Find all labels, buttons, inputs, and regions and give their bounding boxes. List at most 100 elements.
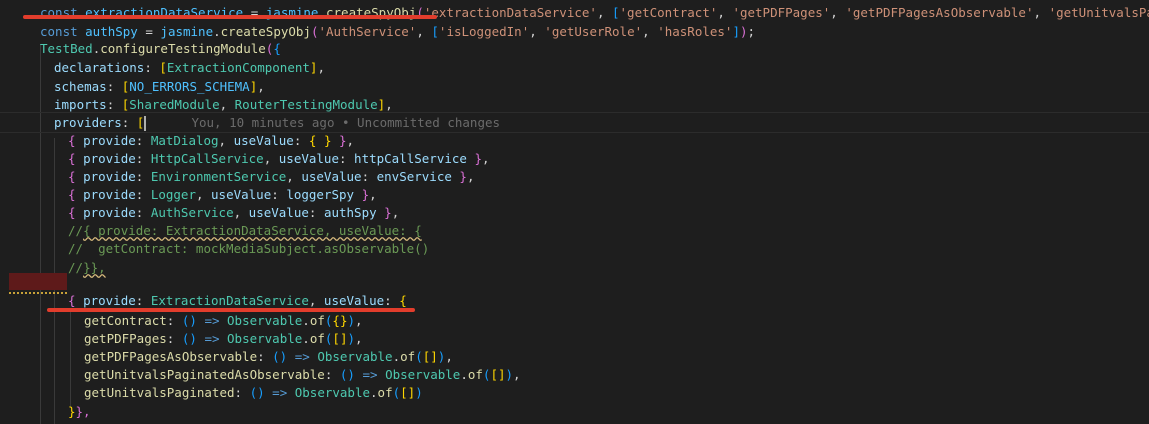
code-token: },	[75, 404, 91, 419]
code-token: ,	[391, 205, 400, 220]
code-token: getPDFPagesAsObservable	[84, 349, 258, 364]
code-token: [	[431, 24, 439, 39]
code-line[interactable]: schemas: [NO_ERRORS_SCHEMA],	[54, 78, 265, 95]
code-token: ExtractionDataService	[150, 293, 309, 308]
code-token: }	[466, 151, 482, 166]
code-token: ExtractionComponent	[166, 60, 310, 75]
code-line[interactable]: getUnitvalsPaginated: () => Observable.o…	[84, 384, 423, 401]
code-line[interactable]: { provide: MatDialog, useValue: { } },	[68, 132, 354, 149]
code-token: {	[68, 133, 84, 148]
code-token: useValue	[211, 187, 272, 202]
code-token: :	[324, 367, 340, 382]
code-line[interactable]: getUnitvalsPaginatedAsObservable: () => …	[84, 366, 521, 383]
code-token: ,	[233, 205, 249, 220]
code-token: jasmine	[160, 24, 214, 39]
code-line[interactable]: TestBed.configureTestingModule({	[40, 40, 281, 57]
code-token: (	[392, 385, 401, 400]
code-token: ,	[416, 24, 432, 39]
code-token: []	[490, 367, 506, 382]
code-line[interactable]: const authSpy = jasmine.createSpyObj('Au…	[40, 23, 755, 40]
code-token: :	[106, 97, 122, 112]
code-token: }	[354, 187, 370, 202]
code-line[interactable]: { provide: HttpCallService, useValue: ht…	[68, 150, 490, 167]
code-token: useValue	[233, 133, 294, 148]
code-token: )	[415, 385, 423, 400]
code-token: }	[68, 404, 76, 419]
code-token: ,	[195, 187, 212, 202]
code-token: (	[415, 349, 423, 364]
annotation-underline	[47, 308, 415, 312]
code-token: ,	[317, 60, 325, 75]
code-token: Logger	[150, 187, 196, 202]
code-token: {}	[332, 313, 348, 328]
code-token: :	[121, 115, 137, 130]
code-token: AuthService	[150, 205, 234, 220]
code-token: =>	[264, 385, 295, 400]
code-token: {	[273, 41, 281, 56]
code-token: of	[400, 349, 416, 364]
code-token: :	[135, 293, 151, 308]
code-token: getUnitvalsPaginated	[84, 385, 235, 400]
code-token: ,	[445, 349, 453, 364]
code-line[interactable]: }},	[68, 403, 91, 420]
code-token: []	[332, 331, 348, 346]
code-editor[interactable]: const extractionDataService = jasmine.cr…	[0, 0, 1149, 424]
code-token: :	[293, 133, 309, 148]
code-line[interactable]: getPDFPagesAsObservable: () => Observabl…	[84, 348, 453, 365]
code-token: schemas	[54, 79, 107, 94]
code-token: ;	[747, 24, 756, 39]
code-token: Observable	[227, 313, 303, 328]
code-token: }},	[83, 260, 106, 275]
code-line[interactable]: // getContract: mockMediaSubject.asObser…	[68, 240, 429, 257]
code-token: ,	[219, 97, 235, 112]
code-token: ()	[272, 349, 288, 364]
code-line[interactable]: { provide: EnvironmentService, useValue:…	[68, 168, 474, 185]
code-token: ,	[369, 187, 377, 202]
code-token: authSpy	[85, 24, 138, 39]
code-token: :	[166, 331, 182, 346]
code-line[interactable]: getContract: () => Observable.of({}),	[84, 312, 363, 329]
code-token: ,	[308, 293, 324, 308]
indent-guide	[70, 308, 71, 408]
code-token: :	[338, 151, 355, 166]
code-token: ,	[355, 313, 363, 328]
code-token: const	[40, 24, 86, 39]
code-token: :	[308, 205, 324, 220]
code-line[interactable]: //}},	[68, 259, 106, 276]
code-line[interactable]: //{ provide: ExtractionDataService, useV…	[68, 222, 422, 239]
code-token: //	[68, 260, 84, 275]
error-squiggle-tail	[9, 289, 67, 294]
code-line[interactable]: imports: [SharedModule, RouterTestingMod…	[54, 96, 393, 113]
code-token: NO_ERRORS_SCHEMA	[129, 79, 250, 94]
code-token: :	[166, 313, 182, 328]
code-token: provide	[83, 293, 136, 308]
code-line[interactable]: declarations: [ExtractionComponent],	[54, 59, 325, 76]
code-line[interactable]: { provide: Logger, useValue: loggerSpy }…	[68, 186, 377, 203]
code-token: [	[136, 115, 145, 130]
code-token: ,	[346, 133, 355, 148]
code-token: 'getUserRole'	[544, 24, 643, 39]
code-token: of	[309, 313, 325, 328]
annotation-underline	[23, 15, 437, 19]
code-token: ,	[218, 133, 234, 148]
code-token: { }	[308, 133, 332, 148]
code-token: ,	[466, 169, 475, 184]
code-token: provide	[83, 133, 136, 148]
code-token: :	[257, 349, 273, 364]
code-token: :	[135, 133, 151, 148]
code-token: 'getPDFPagesAsObservable'	[845, 5, 1034, 20]
code-line[interactable]: { provide: ExtractionDataService, useVal…	[68, 292, 407, 309]
code-token: {	[68, 151, 84, 166]
code-token: envService	[376, 169, 452, 184]
code-line[interactable]: providers: [ You, 10 minutes ago • Uncom…	[54, 114, 500, 131]
code-token: provide	[83, 205, 136, 220]
code-token: [	[159, 60, 167, 75]
code-token: providers	[54, 115, 122, 130]
code-line[interactable]: { provide: AuthService, useValue: authSp…	[68, 204, 399, 221]
code-token: [	[612, 5, 620, 20]
code-line[interactable]: getPDFPages: () => Observable.of([]),	[84, 330, 363, 347]
code-token: of	[467, 367, 483, 382]
code-token: ()	[181, 313, 197, 328]
code-token: []	[400, 385, 416, 400]
code-token: RouterTestingModule	[234, 97, 378, 112]
